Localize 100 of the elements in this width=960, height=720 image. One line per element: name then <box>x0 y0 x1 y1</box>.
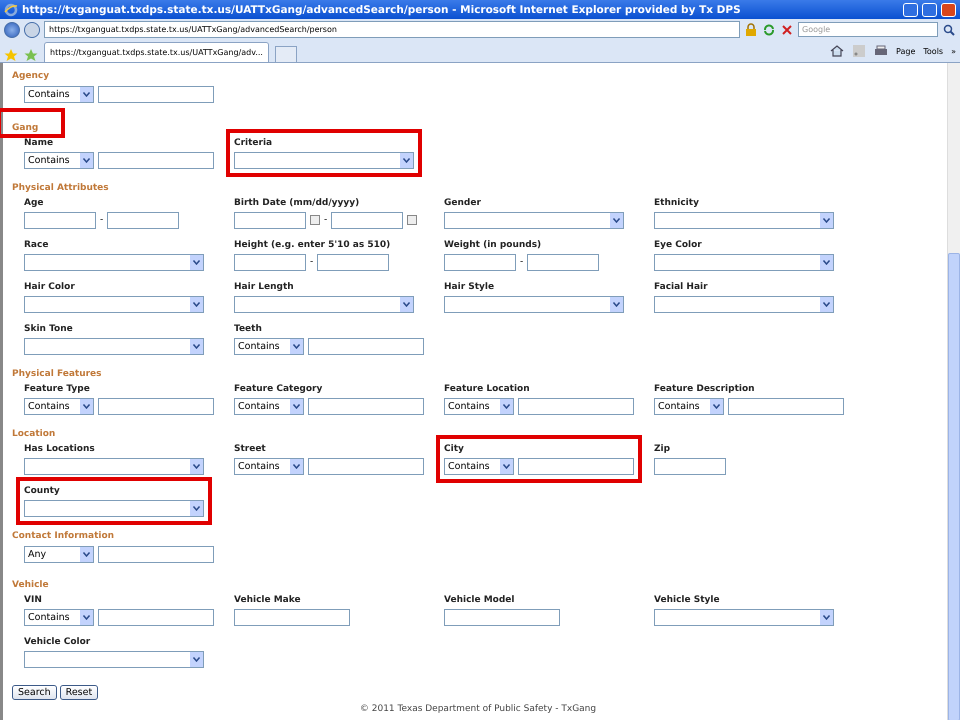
search-icon[interactable] <box>942 22 956 36</box>
field-label: Teeth <box>234 323 263 335</box>
dropdown-select[interactable] <box>24 254 204 270</box>
minimize-button[interactable] <box>903 2 918 16</box>
dropdown-select[interactable] <box>654 212 834 228</box>
printer-icon[interactable] <box>874 44 888 58</box>
operator-select[interactable]: Contains <box>444 458 514 474</box>
range-to-input[interactable] <box>317 254 390 270</box>
operator-select[interactable]: Contains <box>654 398 724 414</box>
field-label: Ethnicity <box>654 197 700 209</box>
dropdown-select[interactable] <box>24 338 204 354</box>
field-label: Height (e.g. enter 5'10 as 510) <box>234 239 390 251</box>
dropdown-select[interactable] <box>234 152 414 168</box>
field-label: Zip <box>654 443 672 455</box>
text-input[interactable] <box>98 152 214 168</box>
range-to-input[interactable] <box>527 254 600 270</box>
operator-select[interactable]: Any <box>24 546 94 562</box>
back-button[interactable] <box>4 22 20 38</box>
add-favorite-icon[interactable] <box>24 48 38 62</box>
form-button[interactable]: Search <box>12 685 57 700</box>
text-input[interactable] <box>654 458 726 474</box>
field-label: Skin Tone <box>24 323 74 335</box>
text-input[interactable] <box>518 398 634 414</box>
operator-select[interactable]: Contains <box>24 398 94 414</box>
forward-button[interactable] <box>24 22 40 38</box>
text-input[interactable] <box>308 338 424 354</box>
text-input[interactable] <box>518 458 634 474</box>
footer-copyright: © 2011 Texas Department of Public Safety - TxGang <box>360 704 596 714</box>
field-label: Feature Category <box>234 383 324 395</box>
dropdown-select[interactable] <box>24 500 204 516</box>
dropdown-select[interactable] <box>444 296 624 312</box>
dropdown-select[interactable] <box>24 650 204 668</box>
range-from-input[interactable] <box>444 254 516 270</box>
operator-select[interactable]: Contains <box>234 398 304 414</box>
field-label: Feature Description <box>654 383 756 395</box>
field-label: Name <box>24 137 54 149</box>
address-field[interactable]: https://txganguat.txdps.state.tx.us/UATTxGang/advancedSearch/person <box>44 21 740 38</box>
operator-select[interactable]: Contains <box>234 458 304 474</box>
text-input[interactable] <box>444 608 560 626</box>
field-label: Hair Color <box>24 281 76 293</box>
form-button[interactable]: Reset <box>60 685 98 700</box>
text-input[interactable] <box>308 458 424 474</box>
text-input[interactable] <box>98 608 214 626</box>
field-label: Feature Location <box>444 383 531 395</box>
text-input[interactable] <box>98 398 214 414</box>
operator-select[interactable]: Contains <box>24 86 94 102</box>
field-label: Hair Style <box>444 281 496 293</box>
more-chevron[interactable]: » <box>951 46 956 56</box>
dropdown-select[interactable] <box>444 212 624 228</box>
section-heading: Contact Information <box>11 530 116 543</box>
new-tab-button[interactable] <box>274 46 297 62</box>
field-label: VIN <box>24 594 43 606</box>
section-heading: Location <box>11 428 56 441</box>
field-label: Gender <box>444 197 482 209</box>
dropdown-select[interactable] <box>654 296 834 312</box>
date-to-input[interactable] <box>331 212 404 228</box>
range-from-input[interactable] <box>24 212 96 228</box>
field-label: Vehicle Style <box>654 594 721 606</box>
maximize-button[interactable] <box>922 2 937 16</box>
field-label: County <box>24 485 61 497</box>
range-from-input[interactable] <box>234 254 306 270</box>
home-icon[interactable] <box>830 44 844 58</box>
close-button[interactable] <box>941 2 956 16</box>
text-input[interactable] <box>234 608 350 626</box>
operator-select[interactable]: Contains <box>444 398 514 414</box>
padlock-icon[interactable] <box>744 22 758 36</box>
text-input[interactable] <box>98 546 214 562</box>
field-label: Feature Type <box>24 383 91 395</box>
date-from-input[interactable] <box>234 212 306 228</box>
operator-select[interactable]: Contains <box>24 152 94 168</box>
text-input[interactable] <box>98 86 214 102</box>
dropdown-select[interactable] <box>234 296 414 312</box>
search-field[interactable]: Google <box>798 22 938 37</box>
dropdown-select[interactable] <box>654 254 834 270</box>
toolbar-menu[interactable]: Tools <box>923 46 944 56</box>
section-heading: Physical Features <box>11 368 103 381</box>
text-input[interactable] <box>308 398 424 414</box>
section-heading: Physical Attributes <box>11 182 110 195</box>
operator-select[interactable]: Contains <box>234 338 304 354</box>
range-dash: - <box>520 257 524 267</box>
field-label: Street <box>234 443 267 455</box>
field-label: City <box>444 443 465 455</box>
range-dash: - <box>324 215 328 225</box>
field-label: Age <box>24 197 45 209</box>
calendar-icon[interactable] <box>310 215 320 225</box>
scrollbar[interactable] <box>947 63 960 720</box>
range-to-input[interactable] <box>107 212 180 228</box>
stop-icon[interactable] <box>780 22 794 36</box>
calendar-icon[interactable] <box>407 215 418 225</box>
dropdown-select[interactable] <box>24 296 204 312</box>
operator-select[interactable]: Contains <box>24 608 94 626</box>
refresh-icon[interactable] <box>762 22 776 36</box>
field-label: Vehicle Color <box>24 636 92 648</box>
toolbar-menu[interactable]: Page <box>896 46 916 56</box>
section-heading: Agency <box>11 70 50 83</box>
browser-tab[interactable]: https://txganguat.txdps.state.tx.us/UATTxGang/adv... <box>44 42 269 62</box>
text-input[interactable] <box>728 398 844 414</box>
favorites-star-icon[interactable] <box>4 48 18 62</box>
dropdown-select[interactable] <box>654 608 834 626</box>
dropdown-select[interactable] <box>24 458 204 474</box>
